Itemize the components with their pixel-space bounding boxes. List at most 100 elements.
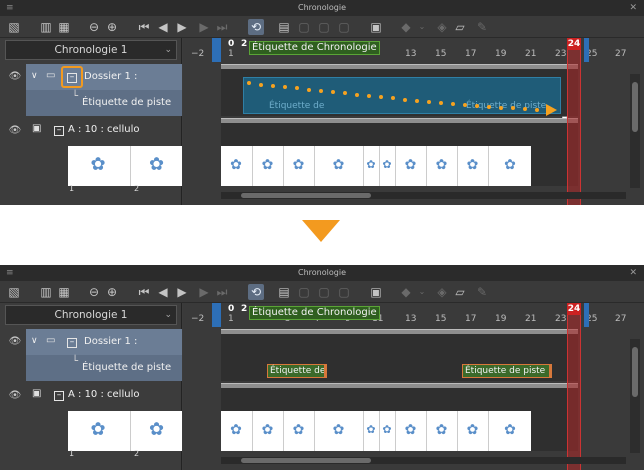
keyframe-icon[interactable]: ▣: [368, 19, 384, 35]
prev-frame-icon[interactable]: ◀: [155, 284, 171, 300]
new-cel-icon[interactable]: ▤: [276, 284, 292, 300]
loop-icon[interactable]: ⟲: [248, 284, 264, 300]
play-icon[interactable]: ▶: [174, 19, 190, 35]
play-icon[interactable]: ▶: [174, 284, 190, 300]
ruler-two: 2: [241, 304, 248, 314]
cel-lock-icon[interactable]: ◈: [434, 19, 450, 35]
zoom-in-icon[interactable]: ⊕: [104, 284, 120, 300]
last-frame-icon[interactable]: ⏭: [214, 284, 230, 300]
menu-icon[interactable]: ≡: [6, 0, 14, 16]
light-table-icon[interactable]: ▢: [336, 19, 352, 35]
specify-cel-icon[interactable]: ▢: [296, 19, 312, 35]
eye-icon[interactable]: 👁: [8, 70, 22, 84]
chronology-label[interactable]: Étiquette de Chronologie: [249, 306, 380, 320]
close-icon[interactable]: ✕: [629, 0, 637, 16]
ruler-label: 27: [615, 49, 627, 59]
close-icon[interactable]: ✕: [629, 265, 637, 281]
light-table-icon[interactable]: ▢: [336, 284, 352, 300]
ruler-one: 1: [228, 49, 234, 59]
onion-skin-icon[interactable]: ▢: [316, 284, 332, 300]
end-marker[interactable]: [584, 38, 589, 62]
timeline-select[interactable]: Chronologie 1 ⌄: [5, 305, 177, 325]
start-marker[interactable]: [212, 38, 221, 62]
eye-icon[interactable]: 👁: [8, 389, 22, 403]
chevron-down-icon[interactable]: ⌄: [414, 19, 430, 35]
ruler-label: 19: [495, 314, 507, 324]
ruler-zero: 0: [228, 304, 235, 314]
end-marker[interactable]: [584, 303, 589, 327]
eye-icon[interactable]: 👁: [8, 335, 22, 349]
track-label-clip[interactable]: Étiquette de piste: [462, 364, 552, 378]
frame-settings-icon[interactable]: ▥: [38, 19, 54, 35]
chronology-label[interactable]: Étiquette de Chronologie: [249, 41, 380, 55]
cel-frame-thumbnails: ✿ ✿ ✿ ✿ ✿ ✿ ✿ ✿ ✿ ✿: [221, 411, 531, 451]
pen-icon[interactable]: ✎: [474, 19, 490, 35]
window-title: Chronologie: [298, 3, 346, 12]
keyframe-icon[interactable]: ▣: [368, 284, 384, 300]
animation-folder-icon: ▣: [32, 388, 42, 399]
cel-thumbnails: ✿ ✿: [68, 411, 182, 451]
current-frame-number[interactable]: 24: [567, 38, 581, 50]
track-label-clip[interactable]: Étiquette de: [267, 364, 327, 378]
key-interp-icon[interactable]: ◆: [398, 19, 414, 35]
timeline-select[interactable]: Chronologie 1 ⌄: [5, 40, 177, 60]
ruler-label: 23: [555, 49, 567, 59]
track-label-text: Étiquette de piste: [82, 362, 172, 373]
pen-icon[interactable]: ✎: [474, 284, 490, 300]
zoom-in-icon[interactable]: ⊕: [104, 19, 120, 35]
loop-icon[interactable]: ⟲: [248, 19, 264, 35]
ruler-label: 15: [435, 314, 447, 324]
ruler-label: 13: [405, 314, 417, 324]
zoom-out-icon[interactable]: ⊖: [86, 19, 102, 35]
edit-label-icon[interactable]: ▱: [452, 19, 468, 35]
new-timeline-icon[interactable]: ▧: [6, 19, 22, 35]
add-frame-icon[interactable]: ▦: [56, 19, 72, 35]
specify-cel-icon[interactable]: ▢: [296, 284, 312, 300]
new-cel-icon[interactable]: ▤: [276, 19, 292, 35]
key-interp-icon[interactable]: ◆: [398, 284, 414, 300]
cel-clip-bar[interactable]: [221, 383, 578, 388]
start-marker[interactable]: [212, 303, 221, 327]
first-frame-icon[interactable]: ⏮: [136, 284, 152, 300]
horizontal-scrollbar[interactable]: [221, 457, 626, 464]
expand-icon[interactable]: ∨: [31, 71, 38, 81]
vertical-scrollbar[interactable]: [630, 74, 640, 188]
cel-thumbnail: ✿: [68, 411, 128, 451]
next-frame-icon[interactable]: ▶: [196, 19, 212, 35]
timeline-area[interactable]: 0 2 1 −2 5 7 9 11 13 15 17 19 21 23 25 2…: [183, 303, 644, 470]
add-frame-icon[interactable]: ▦: [56, 284, 72, 300]
last-frame-icon[interactable]: ⏭: [214, 19, 230, 35]
edit-label-icon[interactable]: ▱: [452, 284, 468, 300]
vertical-scrollbar[interactable]: [630, 339, 640, 453]
eye-icon[interactable]: 👁: [8, 124, 22, 138]
cel-clip-bar[interactable]: [221, 118, 578, 123]
horizontal-scrollbar[interactable]: [221, 192, 626, 199]
folder-icon: ▭: [46, 70, 56, 81]
collapse-minus-icon[interactable]: –: [54, 126, 64, 136]
current-frame-number[interactable]: 24: [567, 303, 581, 315]
collapse-minus-icon[interactable]: –: [54, 391, 64, 401]
folder-clip-bar[interactable]: [221, 64, 578, 69]
zoom-out-icon[interactable]: ⊖: [86, 284, 102, 300]
prev-frame-icon[interactable]: ◀: [155, 19, 171, 35]
collapse-minus-icon[interactable]: –: [67, 338, 77, 348]
ruler-label: 17: [465, 314, 477, 324]
next-frame-icon[interactable]: ▶: [196, 284, 212, 300]
frame-settings-icon[interactable]: ▥: [38, 284, 54, 300]
onion-skin-icon[interactable]: ▢: [316, 19, 332, 35]
playhead[interactable]: [567, 303, 581, 470]
timeline-area[interactable]: 0 2 1 −2 13 15 17 19 21 23 25 27 Étiquet…: [183, 38, 644, 205]
folder-name: Dossier 1 :: [84, 336, 138, 347]
chevron-down-icon: ⌄: [164, 310, 172, 320]
playhead[interactable]: [567, 38, 581, 205]
menu-icon[interactable]: ≡: [6, 265, 14, 281]
expand-icon[interactable]: ∨: [31, 336, 38, 346]
folder-clip-bar[interactable]: [221, 329, 578, 334]
cel-lock-icon[interactable]: ◈: [434, 284, 450, 300]
ghost-label: Étiquette de: [269, 101, 325, 111]
cel-thumbnail: ✿: [130, 411, 182, 451]
first-frame-icon[interactable]: ⏮: [136, 19, 152, 35]
new-timeline-icon[interactable]: ▧: [6, 284, 22, 300]
ruler-label: −2: [191, 314, 205, 324]
chevron-down-icon[interactable]: ⌄: [414, 284, 430, 300]
